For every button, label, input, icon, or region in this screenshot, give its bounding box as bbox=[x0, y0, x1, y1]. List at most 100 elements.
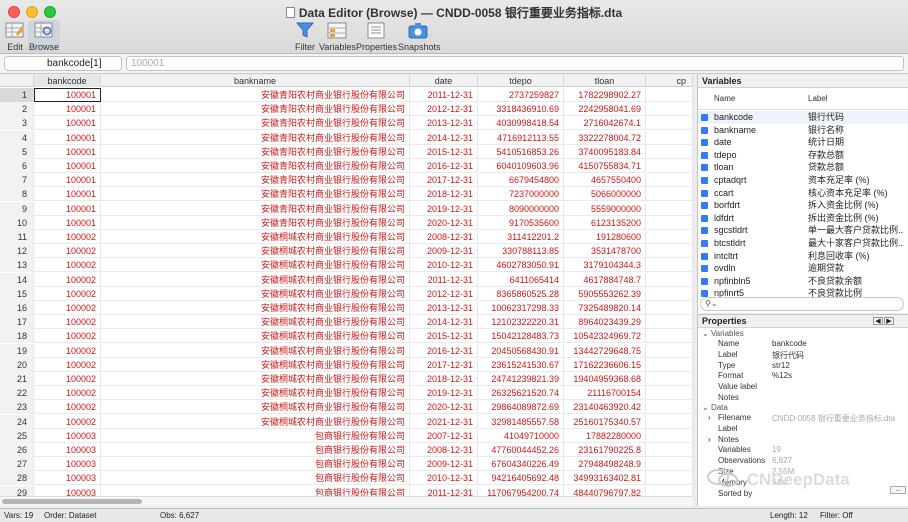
cell-tloan[interactable]: 2716042674.1 bbox=[564, 116, 646, 131]
cell-bankcode[interactable]: 100002 bbox=[34, 272, 101, 287]
cell-cp[interactable] bbox=[646, 286, 693, 301]
cell-cp[interactable] bbox=[646, 130, 693, 145]
variable-checkbox[interactable] bbox=[701, 214, 708, 222]
table-row[interactable]: 16 100002 安徽桐城农村商业银行股份有限公司 2013-12-31 100623… bbox=[0, 301, 693, 315]
column-header-cp[interactable]: cp bbox=[646, 75, 693, 87]
variable-row[interactable]: borfdrt 拆入资金比例 (%) bbox=[698, 199, 908, 212]
cell-bankname[interactable]: 安徽桐城农村商业银行股份有限公司 bbox=[101, 244, 410, 259]
table-row[interactable]: 17 100002 安徽桐城农村商业银行股份有限公司 2014-12-31 121023… bbox=[0, 315, 693, 330]
cell-cp[interactable] bbox=[646, 357, 693, 372]
variable-checkbox[interactable] bbox=[701, 240, 708, 247]
variable-row[interactable]: ccart 核心资本充足率 (%) bbox=[698, 187, 908, 200]
variable-row[interactable]: date 统计日期 bbox=[698, 136, 908, 149]
cell-tdepo[interactable]: 4030998418.54 bbox=[478, 116, 564, 131]
variable-checkbox[interactable] bbox=[701, 139, 708, 147]
cell-tloan[interactable]: 7325489820.14 bbox=[564, 301, 646, 315]
cell-bankcode[interactable]: 100002 bbox=[34, 286, 101, 301]
cell-cp[interactable] bbox=[646, 329, 693, 344]
cell-bankname[interactable]: 安徽桐城农村商业银行股份有限公司 bbox=[101, 301, 410, 315]
cell-bankcode[interactable]: 100001 bbox=[34, 173, 101, 188]
data-grid[interactable]: bankcode bankname date tdepo tloan cp 11… bbox=[0, 75, 693, 496]
property-value[interactable]: bankcode bbox=[772, 339, 807, 348]
cell-cp[interactable] bbox=[646, 258, 693, 273]
column-header-tloan[interactable]: tloan bbox=[564, 75, 646, 87]
variable-checkbox[interactable] bbox=[701, 265, 708, 273]
variable-row[interactable]: bankcode 银行代码 bbox=[698, 111, 908, 124]
edit-mode-button[interactable]: Edit bbox=[4, 20, 26, 52]
cell-bankname[interactable]: 包商银行股份有限公司 bbox=[101, 485, 410, 496]
variable-row[interactable]: ovdln 逾期贷款 bbox=[698, 262, 908, 275]
variable-checkbox[interactable] bbox=[701, 277, 708, 285]
cell-cp[interactable] bbox=[646, 88, 693, 102]
cell-bankname[interactable]: 安徽桐城农村商业银行股份有限公司 bbox=[101, 286, 410, 301]
column-header-date[interactable]: date bbox=[410, 75, 478, 87]
cell-cp[interactable] bbox=[646, 400, 693, 415]
prev-variable-button[interactable]: ◀ bbox=[873, 317, 883, 325]
cell-bankcode[interactable]: 100002 bbox=[34, 244, 101, 259]
cell-date[interactable]: 2020-12-31 bbox=[410, 215, 478, 230]
cell-bankname[interactable]: 安徽青阳农村商业银行股份有限公司 bbox=[101, 173, 410, 188]
cell-tloan[interactable]: 17882280000 bbox=[564, 428, 646, 443]
table-row[interactable]: 12 100002 安徽桐城农村商业银行股份有限公司 2009-12-31 330788… bbox=[0, 244, 693, 259]
cell-tdepo[interactable]: 7237000000 bbox=[478, 187, 564, 202]
cell-bankcode[interactable]: 100001 bbox=[34, 130, 101, 145]
cell-bankname[interactable]: 安徽青阳农村商业银行股份有限公司 bbox=[101, 144, 410, 159]
cell-date[interactable]: 2012-12-31 bbox=[410, 102, 478, 117]
table-row[interactable]: 18 100002 安徽桐城农村商业银行股份有限公司 2015-12-31 150421… bbox=[0, 329, 693, 344]
property-value[interactable]: str12 bbox=[772, 361, 790, 370]
properties-data-section[interactable]: ⌄ Data bbox=[702, 403, 728, 412]
cell-cp[interactable] bbox=[646, 443, 693, 457]
cell-tloan[interactable]: 10542324969.72 bbox=[564, 329, 646, 344]
cell-cp[interactable] bbox=[646, 187, 693, 202]
cell-tdepo[interactable]: 24741239821.39 bbox=[478, 372, 564, 386]
cell-bankname[interactable]: 安徽青阳农村商业银行股份有限公司 bbox=[101, 215, 410, 230]
variable-checkbox[interactable] bbox=[701, 177, 708, 184]
cell-tdepo[interactable]: 117067954200.74 bbox=[478, 485, 564, 496]
cell-bankname[interactable]: 安徽桐城农村商业银行股份有限公司 bbox=[101, 258, 410, 273]
table-row[interactable]: 9 100001 安徽青阳农村商业银行股份有限公司 2019-12-31 8090000… bbox=[0, 201, 693, 216]
cell-date[interactable]: 2009-12-31 bbox=[410, 244, 478, 259]
table-row[interactable]: 5 100001 安徽青阳农村商业银行股份有限公司 2015-12-31 5410516… bbox=[0, 144, 693, 159]
cell-cp[interactable] bbox=[646, 230, 693, 244]
scrollbar-thumb[interactable] bbox=[2, 499, 142, 504]
cell-date[interactable]: 2010-12-31 bbox=[410, 258, 478, 273]
cell-tdepo[interactable]: 3318436910.69 bbox=[478, 102, 564, 117]
table-row[interactable]: 7 100001 安徽青阳农村商业银行股份有限公司 2017-12-31 6679454… bbox=[0, 173, 693, 188]
cell-tloan[interactable]: 5066000000 bbox=[564, 187, 646, 202]
cell-bankcode[interactable]: 100001 bbox=[34, 159, 101, 173]
cell-tloan[interactable]: 8964023439.29 bbox=[564, 315, 646, 330]
cell-tloan[interactable]: 4617884748.7 bbox=[564, 272, 646, 287]
table-row[interactable]: 10 100001 安徽青阳农村商业银行股份有限公司 2020-12-31 917053… bbox=[0, 215, 693, 230]
cell-bankname[interactable]: 包商银行股份有限公司 bbox=[101, 428, 410, 443]
variables-search-input[interactable]: ⚲⌄ bbox=[700, 297, 904, 311]
cell-bankcode[interactable]: 100003 bbox=[34, 443, 101, 457]
cell-bankcode[interactable]: 100001 bbox=[34, 116, 101, 131]
cell-tloan[interactable]: 3322278004.72 bbox=[564, 130, 646, 145]
cell-tloan[interactable]: 6123135200 bbox=[564, 215, 646, 230]
cell-tloan[interactable]: 5905553262.39 bbox=[564, 286, 646, 301]
cell-bankcode[interactable]: 100002 bbox=[34, 372, 101, 386]
cell-bankcode[interactable]: 100002 bbox=[34, 357, 101, 372]
variable-checkbox[interactable] bbox=[701, 252, 708, 260]
cell-bankname[interactable]: 包商银行股份有限公司 bbox=[101, 471, 410, 486]
table-row[interactable]: 26 100003 包商银行股份有限公司 2008-12-31 47760044452.… bbox=[0, 443, 693, 457]
chevron-right-icon[interactable]: › bbox=[708, 435, 711, 444]
cell-tdepo[interactable]: 23615241530.67 bbox=[478, 357, 564, 372]
cell-cp[interactable] bbox=[646, 201, 693, 216]
cell-bankname[interactable]: 安徽青阳农村商业银行股份有限公司 bbox=[101, 201, 410, 216]
cell-bankcode[interactable]: 100001 bbox=[34, 88, 101, 102]
table-row[interactable]: 14 100002 安徽桐城农村商业银行股份有限公司 2011-12-31 641106… bbox=[0, 272, 693, 287]
cell-tdepo[interactable]: 26325621520.74 bbox=[478, 386, 564, 401]
cell-name-field[interactable]: bankcode[1] bbox=[4, 56, 122, 71]
cell-cp[interactable] bbox=[646, 386, 693, 401]
variables-name-header[interactable]: Name bbox=[714, 94, 735, 103]
cell-date[interactable]: 2007-12-31 bbox=[410, 428, 478, 443]
variable-checkbox[interactable] bbox=[701, 189, 708, 197]
cell-date[interactable]: 2015-12-31 bbox=[410, 329, 478, 344]
cell-bankcode[interactable]: 100001 bbox=[34, 102, 101, 117]
variable-checkbox[interactable] bbox=[701, 202, 708, 210]
cell-date[interactable]: 2017-12-31 bbox=[410, 173, 478, 188]
cell-tloan[interactable]: 23161790225.8 bbox=[564, 443, 646, 457]
cell-date[interactable]: 2011-12-31 bbox=[410, 88, 478, 102]
cell-bankname[interactable]: 安徽青阳农村商业银行股份有限公司 bbox=[101, 102, 410, 117]
